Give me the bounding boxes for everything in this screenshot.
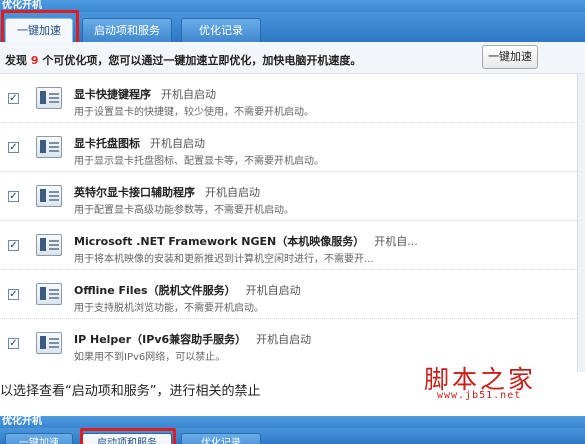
caption-text: 以选择查看“启动项和服务”，进行相关的禁止 (0, 384, 261, 399)
window-title: 优化开机 (0, 416, 585, 428)
item-checkbox[interactable]: ✓ (8, 93, 19, 104)
startup-item-list: ✓ 显卡快捷键程序 开机自启动 用于设置显卡的快捷键，较少使用，不需要开机启动。 … (0, 74, 585, 372)
item-name: IP Helper（IPv6兼容助手服务） 开机自启动 (74, 333, 312, 346)
item-checkbox[interactable]: ✓ (8, 240, 19, 251)
tab-one-click-speedup[interactable]: 一键加速 (5, 18, 73, 42)
program-icon (36, 185, 62, 207)
program-icon (36, 87, 62, 109)
program-icon (36, 234, 62, 256)
tab-optimization-log[interactable]: 优化记录 (181, 18, 261, 42)
item-description: 用于设置显卡的快捷键，较少使用，不需要开机启动。 (74, 107, 314, 118)
program-icon (36, 136, 62, 158)
list-item: ✓ 英特尔显卡接口辅助程序 开机自启动 用于配置显卡高级功能参数等，不需要开机启动… (0, 172, 585, 221)
one-click-speedup-button[interactable]: 一键加速 (482, 45, 538, 69)
optimize-startup-window: 优化开机 一键加速 启动项和服务 优化记录 发现 9 个可优化项，您可以通过一键… (0, 0, 585, 372)
window-title: 优化开机 (0, 0, 585, 12)
optimize-startup-window-2: 优化开机 一键加速 启动项和服务 优化记录 (0, 416, 585, 444)
tab-optimization-log[interactable]: 优化记录 (181, 433, 261, 444)
watermark-url: www.jb51.net (437, 390, 522, 401)
item-name: Microsoft .NET Framework NGEN（本机映像服务） 开机自… (74, 235, 418, 248)
list-item: ✓ Microsoft .NET Framework NGEN（本机映像服务）开… (0, 221, 585, 270)
tab-startup-items-services[interactable]: 启动项和服务 (82, 433, 172, 444)
item-name: 英特尔显卡接口辅助程序 开机自启动 (74, 186, 260, 199)
item-status: 开机自启动 (161, 88, 216, 101)
item-description: 用于将本机映像的安装和更新推迟到计算机空闲时进行，不需要开... (74, 254, 374, 265)
item-status: 开机自启动 (256, 333, 312, 346)
list-item: ✓ 显卡托盘图标 开机自启动 用于显示显卡托盘图标、配置显卡等，不需要开机启动。 (0, 123, 585, 172)
item-checkbox[interactable]: ✓ (8, 191, 19, 202)
item-checkbox[interactable]: ✓ (8, 142, 19, 153)
tab-strip: 一键加速 启动项和服务 优化记录 (0, 12, 585, 42)
item-checkbox[interactable]: ✓ (8, 338, 19, 349)
tab-startup-items-services[interactable]: 启动项和服务 (82, 18, 172, 42)
item-status: 开机自启动 (205, 186, 260, 199)
optimizable-count: 9 (30, 54, 39, 67)
item-description: 用于配置显卡高级功能参数等，不需要开机启动。 (74, 205, 294, 216)
program-icon (36, 332, 62, 354)
list-item: ✓ Offline Files（脱机文件服务） 开机自启动 用于支持脱机浏览功能，… (0, 270, 585, 319)
list-item: ✓ 显卡快捷键程序 开机自启动 用于设置显卡的快捷键，较少使用，不需要开机启动。 (0, 74, 585, 123)
list-scrollbar[interactable] (577, 74, 585, 372)
program-icon (36, 283, 62, 305)
item-status: 开机自启动 (245, 284, 301, 297)
info-text: 发现 9 个可优化项，您可以通过一键加速立即优化，加快电脑开机速度。 (5, 54, 362, 67)
item-checkbox[interactable]: ✓ (8, 289, 19, 300)
item-name: 显卡快捷键程序 开机自启动 (74, 88, 216, 101)
tab-strip: 一键加速 启动项和服务 优化记录 (0, 428, 585, 444)
item-status: 开机自... (374, 235, 418, 248)
item-description: 用于支持脱机浏览功能，不需要开机启动。 (74, 303, 264, 314)
item-description: 用于显示显卡托盘图标、配置显卡等，不需要开机启动。 (74, 156, 324, 167)
item-status: 开机自启动 (150, 137, 205, 150)
item-description: 如果用不到IPv6网络，可以禁止。 (74, 352, 226, 363)
item-name: 显卡托盘图标 开机自启动 (74, 137, 205, 150)
tab-one-click-speedup[interactable]: 一键加速 (5, 433, 73, 444)
item-name: Offline Files（脱机文件服务） 开机自启动 (74, 284, 301, 297)
